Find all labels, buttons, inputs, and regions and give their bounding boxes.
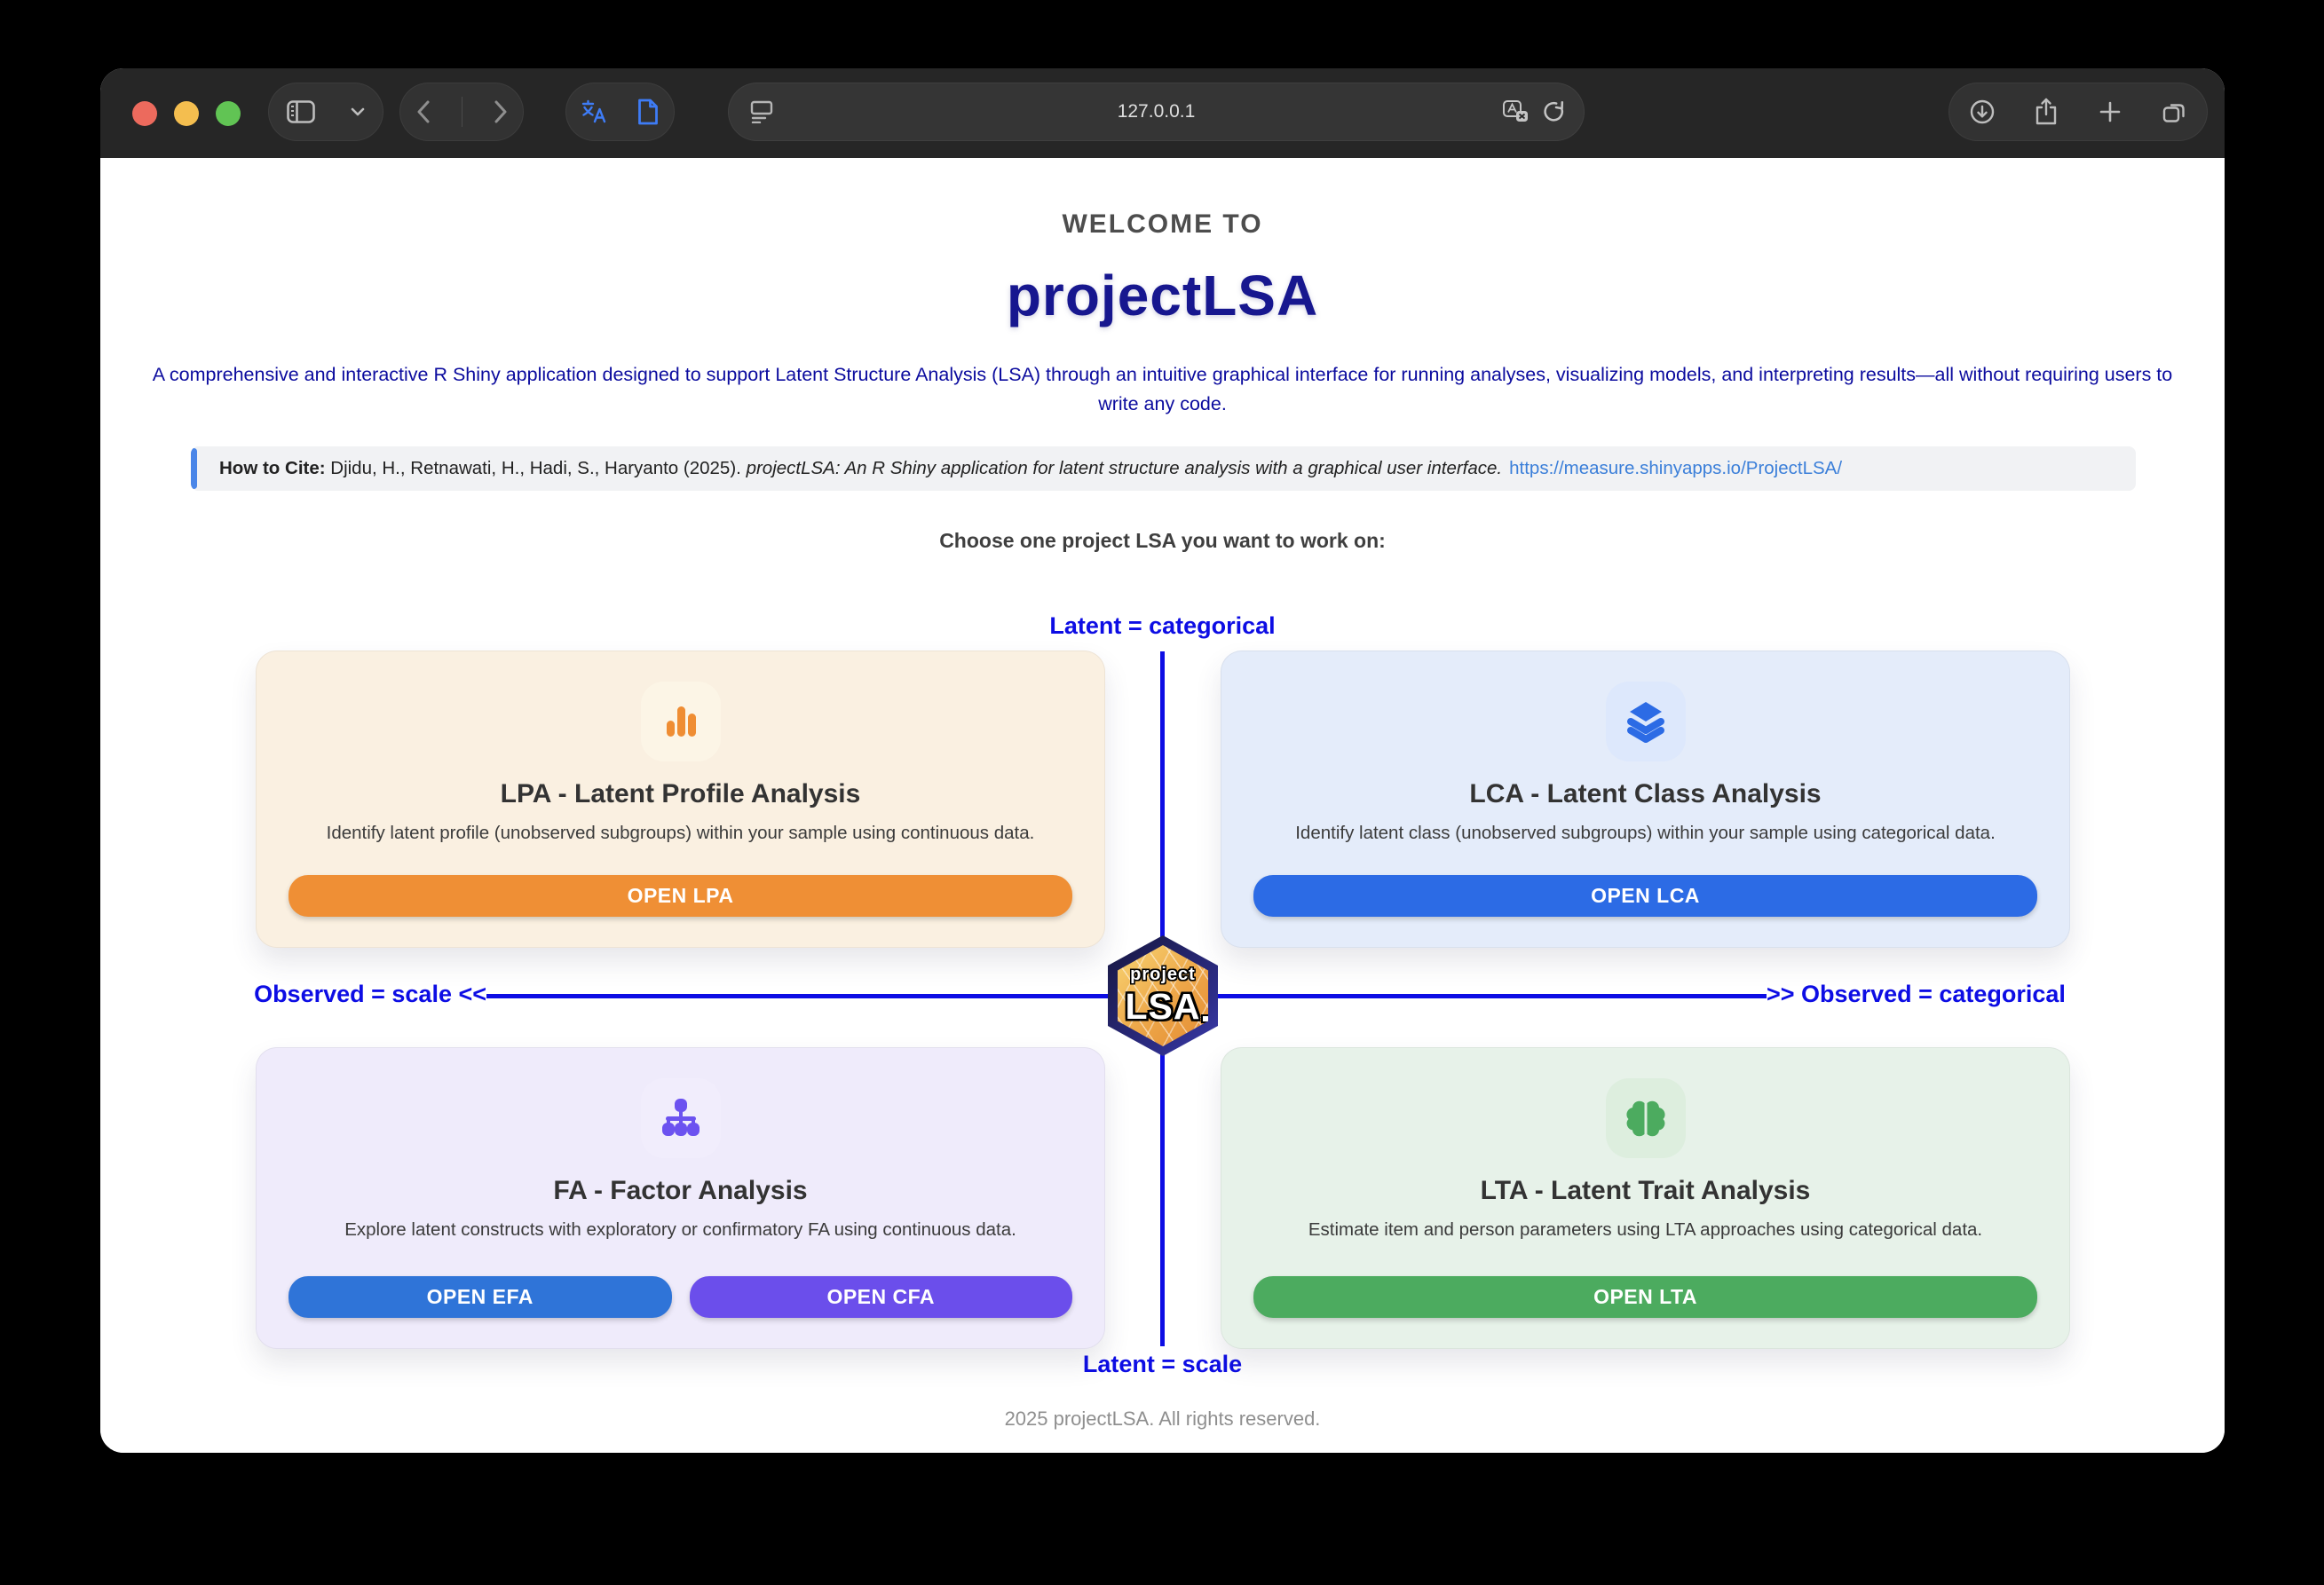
citation-label: How to Cite: bbox=[219, 458, 326, 479]
citation-accent-bar bbox=[191, 448, 197, 489]
logo-dot bbox=[1203, 1016, 1208, 1021]
translate-icon[interactable] bbox=[581, 99, 606, 124]
open-lpa-button[interactable]: OPEN LPA bbox=[289, 875, 1072, 917]
brain-icon bbox=[1606, 1078, 1686, 1158]
card-fa: FA - Factor Analysis Explore latent cons… bbox=[256, 1047, 1105, 1349]
minimize-button[interactable] bbox=[174, 101, 199, 126]
browser-window: 127.0.0.1 bbox=[100, 68, 2225, 1453]
card-description: Explore latent constructs with explorato… bbox=[316, 1217, 1045, 1243]
axis-label-bottom: Latent = scale bbox=[100, 1346, 2225, 1383]
axis-label-right: >> Observed = categorical bbox=[1767, 981, 2066, 1008]
citation-work-title: projectLSA: An R Shiny application for l… bbox=[747, 458, 1503, 479]
browser-titlebar: 127.0.0.1 bbox=[100, 68, 2225, 158]
page-format-icon[interactable] bbox=[750, 100, 773, 123]
reader-icon[interactable] bbox=[637, 99, 659, 125]
card-title: LCA - Latent Class Analysis bbox=[1469, 779, 1821, 809]
zoom-button[interactable] bbox=[216, 101, 241, 126]
card-title: LPA - Latent Profile Analysis bbox=[501, 779, 861, 809]
page-content: WELCOME TO projectLSA A comprehensive an… bbox=[100, 158, 2225, 1453]
welcome-heading: WELCOME TO bbox=[100, 209, 2225, 240]
urlbar-right-icons bbox=[1502, 99, 1566, 124]
new-tab-icon[interactable] bbox=[2099, 100, 2122, 123]
card-title: LTA - Latent Trait Analysis bbox=[1481, 1176, 1811, 1206]
bar-chart-icon bbox=[641, 682, 721, 761]
logo-text-project: project bbox=[1130, 965, 1196, 985]
sidebar-icon[interactable] bbox=[287, 100, 315, 123]
window-controls bbox=[132, 68, 241, 158]
url-text[interactable]: 127.0.0.1 bbox=[729, 101, 1584, 122]
reload-icon[interactable] bbox=[1541, 99, 1566, 124]
app-subtitle: A comprehensive and interactive R Shiny … bbox=[142, 360, 2184, 419]
citation-authors: Djidu, H., Retnawati, H., Hadi, S., Hary… bbox=[326, 458, 747, 479]
card-description: Estimate item and person parameters usin… bbox=[1281, 1217, 2010, 1243]
layers-icon bbox=[1606, 682, 1686, 761]
citation-box: How to Cite: Djidu, H., Retnawati, H., H… bbox=[191, 446, 2136, 491]
open-lca-button[interactable]: OPEN LCA bbox=[1253, 875, 2037, 917]
forward-icon[interactable] bbox=[494, 100, 508, 123]
page-tools-group bbox=[565, 83, 675, 141]
toolbar-right-group bbox=[1949, 83, 2208, 141]
open-efa-button[interactable]: OPEN EFA bbox=[289, 1276, 672, 1318]
axis-label-top: Latent = categorical bbox=[100, 608, 2225, 644]
card-title: FA - Factor Analysis bbox=[553, 1176, 807, 1206]
axis-label-left: Observed = scale << bbox=[100, 981, 486, 1008]
desktop: 127.0.0.1 bbox=[0, 0, 2324, 1585]
translate-badge-icon[interactable] bbox=[1502, 99, 1529, 124]
nav-button-group bbox=[399, 83, 524, 141]
card-description: Identify latent profile (unobserved subg… bbox=[316, 820, 1045, 847]
citation-link[interactable]: https://measure.shinyapps.io/ProjectLSA/ bbox=[1509, 458, 1842, 479]
tab-overview-icon[interactable] bbox=[2162, 99, 2186, 124]
open-lta-button[interactable]: OPEN LTA bbox=[1253, 1276, 2037, 1318]
card-lta: LTA - Latent Trait Analysis Estimate ite… bbox=[1221, 1047, 2070, 1349]
chevron-down-icon[interactable] bbox=[351, 107, 365, 116]
share-icon[interactable] bbox=[2035, 98, 2058, 126]
open-cfa-button[interactable]: OPEN CFA bbox=[690, 1276, 1073, 1318]
close-button[interactable] bbox=[132, 101, 157, 126]
address-bar[interactable]: 127.0.0.1 bbox=[728, 83, 1585, 141]
logo-text-lsa: LSA bbox=[1126, 986, 1201, 1028]
app-title: projectLSA bbox=[100, 263, 2225, 328]
card-lca: LCA - Latent Class Analysis Identify lat… bbox=[1221, 651, 2070, 948]
card-lpa: LPA - Latent Profile Analysis Identify l… bbox=[256, 651, 1105, 948]
sidebar-button-group bbox=[268, 83, 383, 141]
choose-prompt: Choose one project LSA you want to work … bbox=[100, 529, 2225, 553]
card-description: Identify latent class (unobserved subgro… bbox=[1281, 820, 2010, 847]
sitemap-icon bbox=[641, 1078, 721, 1158]
footer-copyright: 2025 projectLSA. All rights reserved. bbox=[100, 1408, 2225, 1431]
project-lsa-logo: project LSA bbox=[1108, 935, 1218, 1056]
downloads-icon[interactable] bbox=[1970, 99, 1995, 124]
back-icon[interactable] bbox=[416, 100, 431, 123]
